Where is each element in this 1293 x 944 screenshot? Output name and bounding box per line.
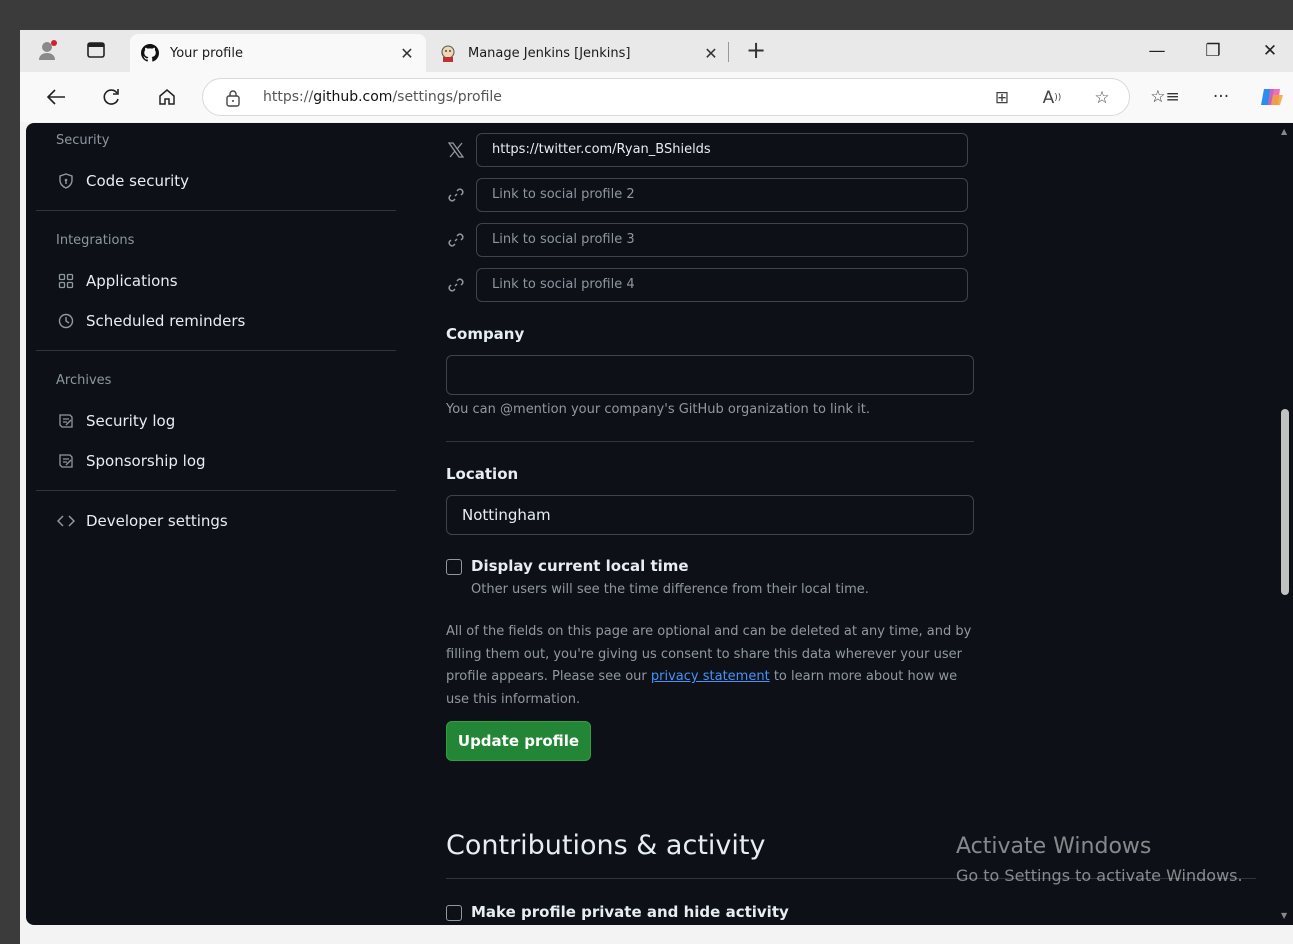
close-tab-icon[interactable]: ✕ [396, 44, 418, 63]
activate-windows-title: Activate Windows [956, 834, 1152, 859]
minimize-button[interactable]: — [1134, 36, 1180, 66]
tab-your-profile[interactable]: Your profile ✕ [130, 34, 426, 72]
scroll-up-arrow-icon[interactable]: ▲ [1281, 127, 1290, 136]
private-profile-checkbox[interactable] [446, 905, 462, 921]
private-profile-label[interactable]: Make profile private and hide activity [471, 903, 789, 921]
link-icon [446, 275, 466, 295]
read-aloud-icon[interactable]: A)) [1039, 86, 1065, 110]
tab-actions-icon[interactable] [84, 38, 108, 62]
sidebar-divider [36, 350, 396, 351]
social-link-row-4: Link to social profile 4 [446, 268, 968, 302]
tab-title: Your profile [170, 45, 243, 61]
favorites-icon[interactable]: ☆≡ [1150, 84, 1179, 110]
link-icon [446, 230, 466, 250]
section-divider [446, 441, 974, 442]
x-twitter-icon [446, 140, 466, 160]
company-input[interactable] [446, 355, 974, 395]
taskbar [20, 934, 1293, 944]
sidebar-section-archives: Archives [56, 373, 112, 388]
tab-manage-jenkins[interactable]: Manage Jenkins [Jenkins] ✕ [430, 34, 730, 72]
log-icon [56, 411, 76, 431]
jenkins-icon [438, 43, 458, 63]
scrollbar-thumb[interactable] [1281, 409, 1289, 595]
sidebar-section-security: Security [56, 133, 110, 148]
consent-paragraph: All of the fields on this page are optio… [446, 624, 972, 707]
clock-icon [56, 311, 76, 331]
favorite-star-icon[interactable]: ☆ [1089, 86, 1115, 110]
home-button[interactable] [153, 83, 181, 111]
log-icon [56, 451, 76, 471]
browser-window: Your profile ✕ Manage Jenkins [Jenkins] … [20, 30, 1293, 944]
location-input[interactable]: Nottingham [446, 495, 974, 535]
privacy-statement-link[interactable]: privacy statement [651, 669, 770, 684]
social-link-row-2: Link to social profile 2 [446, 178, 968, 212]
company-label: Company [446, 325, 525, 343]
sidebar-item-label: Security log [86, 412, 176, 430]
apps-grid-icon [56, 271, 76, 291]
code-icon [56, 511, 76, 531]
close-tab-icon[interactable]: ✕ [700, 44, 722, 63]
github-icon [140, 43, 160, 63]
sidebar-item-label: Applications [86, 272, 178, 290]
url-text[interactable]: https://github.com/settings/profile [263, 89, 502, 105]
shield-icon [56, 171, 76, 191]
social-link-input-3[interactable]: Link to social profile 3 [476, 223, 968, 257]
sidebar-divider [36, 210, 396, 211]
new-tab-button[interactable]: + [742, 36, 770, 64]
tab-separator [728, 42, 729, 62]
refresh-button[interactable] [97, 83, 125, 111]
back-button[interactable] [42, 83, 70, 111]
local-time-note: Other users will see the time difference… [471, 582, 869, 597]
sidebar-item-label: Scheduled reminders [86, 312, 246, 330]
github-settings-page: Security Code security Integrations Appl… [26, 123, 1278, 925]
sidebar-item-label: Sponsorship log [86, 452, 206, 470]
update-profile-button[interactable]: Update profile [446, 721, 591, 761]
company-note: You can @mention your company's GitHub o… [446, 402, 871, 417]
social-link-input-1[interactable]: https://twitter.com/Ryan_BShields [476, 133, 968, 167]
sidebar-item-security-log[interactable]: Security log [46, 405, 396, 437]
local-time-checkbox[interactable] [446, 559, 462, 575]
sidebar-section-integrations: Integrations [56, 233, 135, 248]
browser-toolbar: https://github.com/settings/profile ⊞ A)… [20, 72, 1293, 122]
sidebar-item-scheduled-reminders[interactable]: Scheduled reminders [46, 305, 396, 337]
profile-avatar-icon[interactable] [36, 38, 60, 62]
sidebar-item-code-security[interactable]: Code security [46, 165, 396, 197]
sidebar-item-label: Code security [86, 172, 190, 190]
location-label: Location [446, 465, 519, 483]
sidebar-item-applications[interactable]: Applications [46, 265, 396, 297]
tab-title: Manage Jenkins [Jenkins] [468, 45, 631, 61]
social-link-row-3: Link to social profile 3 [446, 223, 968, 257]
page-scrollbar[interactable]: ▲ ▼ [1278, 123, 1293, 925]
tab-strip: Your profile ✕ Manage Jenkins [Jenkins] … [20, 30, 1293, 72]
close-window-button[interactable]: ✕ [1247, 36, 1293, 66]
more-menu-icon[interactable]: ··· [1207, 84, 1235, 110]
app-available-icon[interactable]: ⊞ [989, 86, 1015, 110]
restore-button[interactable]: ❐ [1190, 36, 1236, 66]
scroll-down-arrow-icon[interactable]: ▼ [1281, 911, 1290, 920]
link-icon [446, 185, 466, 205]
sidebar-divider [36, 490, 396, 491]
contributions-heading: Contributions & activity [446, 830, 766, 861]
address-bar[interactable]: https://github.com/settings/profile ⊞ A)… [202, 78, 1130, 116]
copilot-icon[interactable] [1258, 84, 1286, 110]
sidebar-item-developer-settings[interactable]: Developer settings [46, 505, 396, 537]
social-link-input-4[interactable]: Link to social profile 4 [476, 268, 968, 302]
sidebar-item-label: Developer settings [86, 512, 228, 530]
local-time-label[interactable]: Display current local time [471, 557, 689, 575]
social-link-input-2[interactable]: Link to social profile 2 [476, 178, 968, 212]
activate-windows-note: Go to Settings to activate Windows. [956, 866, 1243, 885]
sidebar-item-sponsorship-log[interactable]: Sponsorship log [46, 445, 396, 477]
social-link-row-1: https://twitter.com/Ryan_BShields [446, 133, 968, 167]
page-info-lock-icon[interactable] [223, 88, 243, 108]
